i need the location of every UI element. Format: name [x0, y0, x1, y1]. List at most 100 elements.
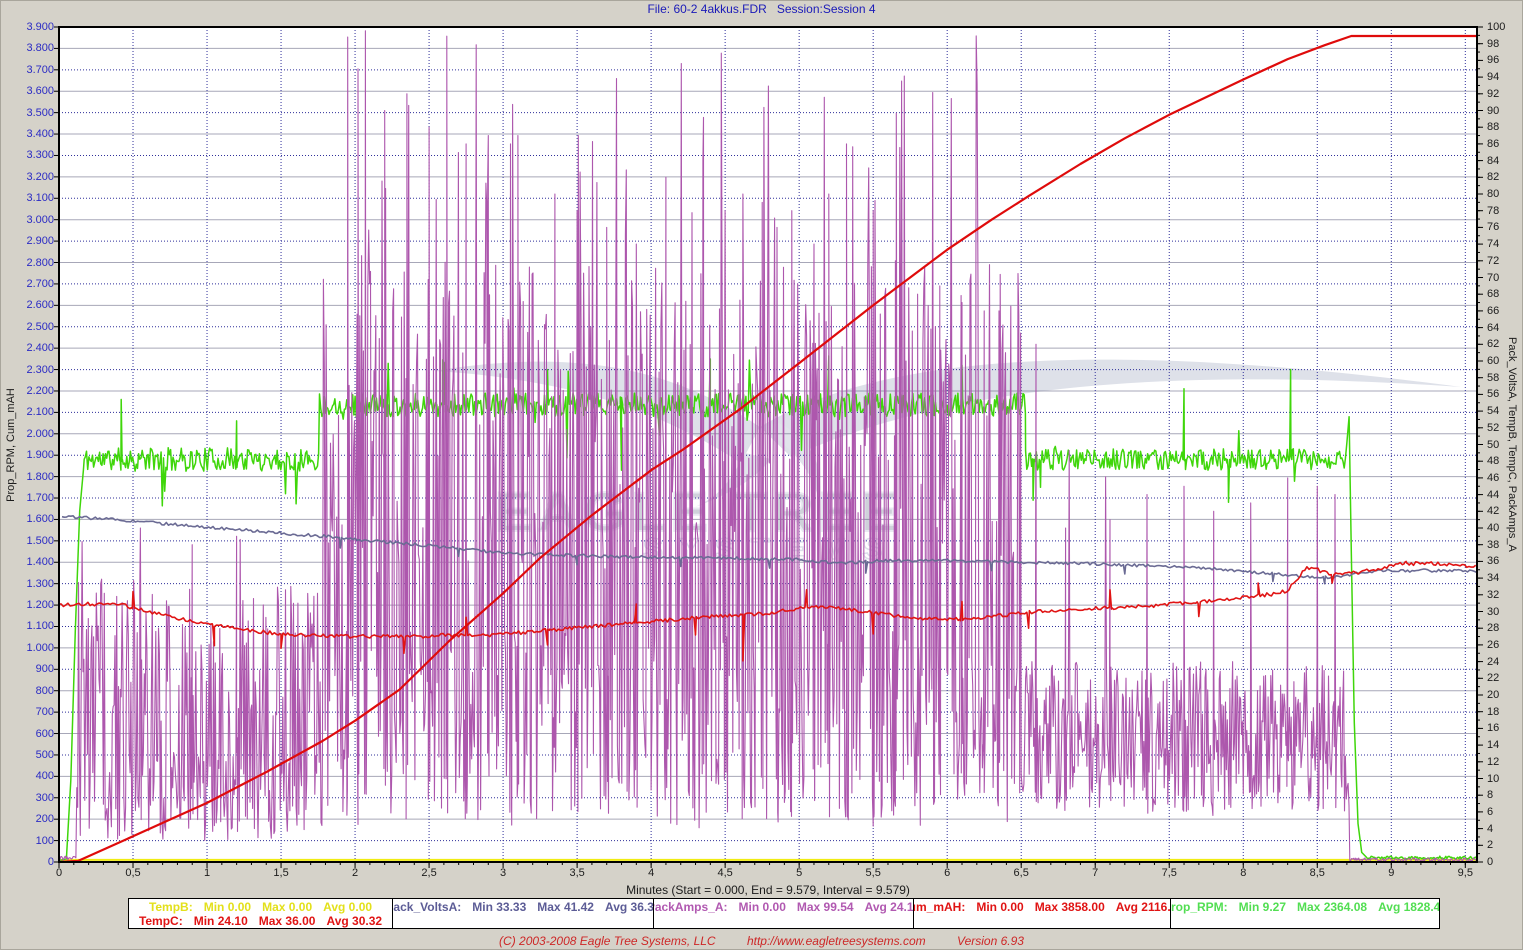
plot-area: EAGLE TREE SYSTEMS	[59, 27, 1477, 862]
left-axis-tick-label: 700	[6, 706, 54, 719]
right-axis-tick-label: 96	[1487, 54, 1499, 67]
x-axis-tick-label: 7	[1073, 867, 1117, 880]
x-axis-title: Minutes (Start = 0.000, End = 9.579, Int…	[59, 883, 1477, 897]
right-axis-tick-label: 68	[1487, 288, 1499, 301]
left-axis-tick-label: 2.600	[6, 299, 54, 312]
right-axis-tick-label: 56	[1487, 388, 1499, 401]
right-axis-tick-label: 52	[1487, 422, 1499, 435]
left-axis-tick-label: 2.100	[6, 406, 54, 419]
x-axis-tick-label: 6	[925, 867, 969, 880]
right-axis-tick-label: 82	[1487, 171, 1499, 184]
left-axis-tick-label: 1.300	[6, 578, 54, 591]
left-axis-tick-label: 3.100	[6, 192, 54, 205]
left-axis-tick-label: 2.300	[6, 364, 54, 377]
footer-url: http://www.eagletreesystems.com	[747, 934, 926, 948]
left-axis-tick-label: 3.900	[6, 21, 54, 34]
right-axis-tick-label: 32	[1487, 589, 1499, 602]
right-axis-tick-label: 86	[1487, 138, 1499, 151]
legend-cell: Pack_VoltsA:Min 33.33Max 41.42Avg 36.33	[393, 899, 654, 928]
x-axis-tick-label: 5	[777, 867, 821, 880]
right-axis-tick-label: 66	[1487, 305, 1499, 318]
x-axis-tick-label: 2	[333, 867, 377, 880]
window-title: File: 60-2 4akkus.FDR Session:Session 4	[0, 2, 1523, 16]
right-axis-tick-label: 76	[1487, 221, 1499, 234]
x-axis-tick-label: 1,5	[259, 867, 303, 880]
left-axis-tick-label: 3.800	[6, 42, 54, 55]
left-axis-tick-label: 600	[6, 728, 54, 741]
x-axis-tick-label: 4	[629, 867, 673, 880]
left-axis-tick-label: 1.700	[6, 492, 54, 505]
right-axis-tick-label: 10	[1487, 773, 1499, 786]
legend-entry-Pack_VoltsA: Pack_VoltsA:Min 33.33Max 41.42Avg 36.33	[393, 900, 654, 914]
left-axis-tick-label: 1.000	[6, 642, 54, 655]
series-Pack_VoltsA	[62, 516, 1476, 584]
right-axis-tick-label: 44	[1487, 489, 1499, 502]
right-axis-tick-label: 54	[1487, 405, 1499, 418]
right-axis-tick-label: 90	[1487, 105, 1499, 118]
left-axis-tick-label: 900	[6, 663, 54, 676]
left-axis-tick-label: 1.200	[6, 599, 54, 612]
legend-entry-Cum_mAH: Cum_mAH:Min 0.00Max 3858.00Avg 2116.85	[914, 900, 1171, 914]
right-axis-tick-label: 28	[1487, 622, 1499, 635]
right-axis-tick-label: 22	[1487, 672, 1499, 685]
right-axis-tick-label: 58	[1487, 372, 1499, 385]
left-axis-title-text: Prop_RPM, Cum_mAH	[5, 388, 17, 502]
right-axis-tick-label: 94	[1487, 71, 1499, 84]
right-axis-tick-label: 70	[1487, 272, 1499, 285]
left-axis-tick-label: 1.600	[6, 513, 54, 526]
left-axis-tick-label: 800	[6, 685, 54, 698]
left-axis-tick-label: 2.900	[6, 235, 54, 248]
left-axis-tick-label: 3.200	[6, 171, 54, 184]
left-axis-tick-label: 200	[6, 813, 54, 826]
right-axis-tick-label: 0	[1487, 856, 1493, 869]
x-axis-tick-label: 8	[1221, 867, 1265, 880]
x-axis-tick-label: 2,5	[407, 867, 451, 880]
right-axis-tick-label: 40	[1487, 522, 1499, 535]
left-axis-tick-label: 400	[6, 770, 54, 783]
right-axis-tick-label: 64	[1487, 322, 1499, 335]
legend-cell: PackAmps_A:Min 0.00Max 99.54Avg 24.16	[654, 899, 914, 928]
right-axis-tick-label: 14	[1487, 739, 1499, 752]
left-axis-tick-label: 2.500	[6, 321, 54, 334]
left-axis-tick-label: 2.700	[6, 278, 54, 291]
x-axis-tick-label: 7,5	[1147, 867, 1191, 880]
right-axis-tick-label: 42	[1487, 505, 1499, 518]
right-axis-tick-label: 80	[1487, 188, 1499, 201]
chart-canvas	[59, 27, 1477, 862]
x-axis-tick-label: 8,5	[1295, 867, 1339, 880]
left-axis-tick-label: 100	[6, 835, 54, 848]
x-axis-tick-label: 1	[185, 867, 229, 880]
right-axis-tick-label: 6	[1487, 806, 1493, 819]
x-axis-tick-label: 4,5	[703, 867, 747, 880]
left-axis-tick-label: 300	[6, 792, 54, 805]
legend-cell: Prop_RPM:Min 9.27Max 2364.08Avg 1828.44	[1171, 899, 1439, 928]
right-axis-tick-label: 46	[1487, 472, 1499, 485]
left-axis-tick-label: 2.000	[6, 428, 54, 441]
x-axis-tick-label: 6,5	[999, 867, 1043, 880]
right-axis-title: Pack_VoltsA, TempB, TempC, PackAmps_A	[1502, 27, 1522, 862]
right-axis-tick-label: 100	[1487, 21, 1505, 34]
left-axis-tick-label: 3.500	[6, 107, 54, 120]
legend-cell: TempB:Min 0.00Max 0.00Avg 0.00TempC:Min …	[129, 899, 393, 928]
left-axis-tick-label: 3.000	[6, 214, 54, 227]
x-axis-tick-label: 0	[37, 867, 81, 880]
footer-version: Version 6.93	[957, 934, 1024, 948]
legend-cell: Cum_mAH:Min 0.00Max 3858.00Avg 2116.85	[914, 899, 1171, 928]
x-axis-tick-label: 0,5	[111, 867, 155, 880]
right-axis-tick-label: 12	[1487, 756, 1499, 769]
left-axis-tick-label: 2.200	[6, 385, 54, 398]
left-axis-tick-label: 3.700	[6, 64, 54, 77]
x-axis-tick-label: 3,5	[555, 867, 599, 880]
right-axis-tick-label: 88	[1487, 121, 1499, 134]
right-axis-tick-label: 48	[1487, 455, 1499, 468]
left-axis-tick-label: 3.400	[6, 128, 54, 141]
right-axis-tick-label: 74	[1487, 238, 1499, 251]
right-axis-tick-label: 92	[1487, 88, 1499, 101]
left-axis-tick-label: 500	[6, 749, 54, 762]
left-axis-tick-label: 3.300	[6, 149, 54, 162]
left-axis-tick-label: 3.600	[6, 85, 54, 98]
x-axis-tick-label: 3	[481, 867, 525, 880]
right-axis-tick-label: 72	[1487, 255, 1499, 268]
right-axis-tick-label: 50	[1487, 439, 1499, 452]
right-axis-tick-label: 24	[1487, 656, 1499, 669]
